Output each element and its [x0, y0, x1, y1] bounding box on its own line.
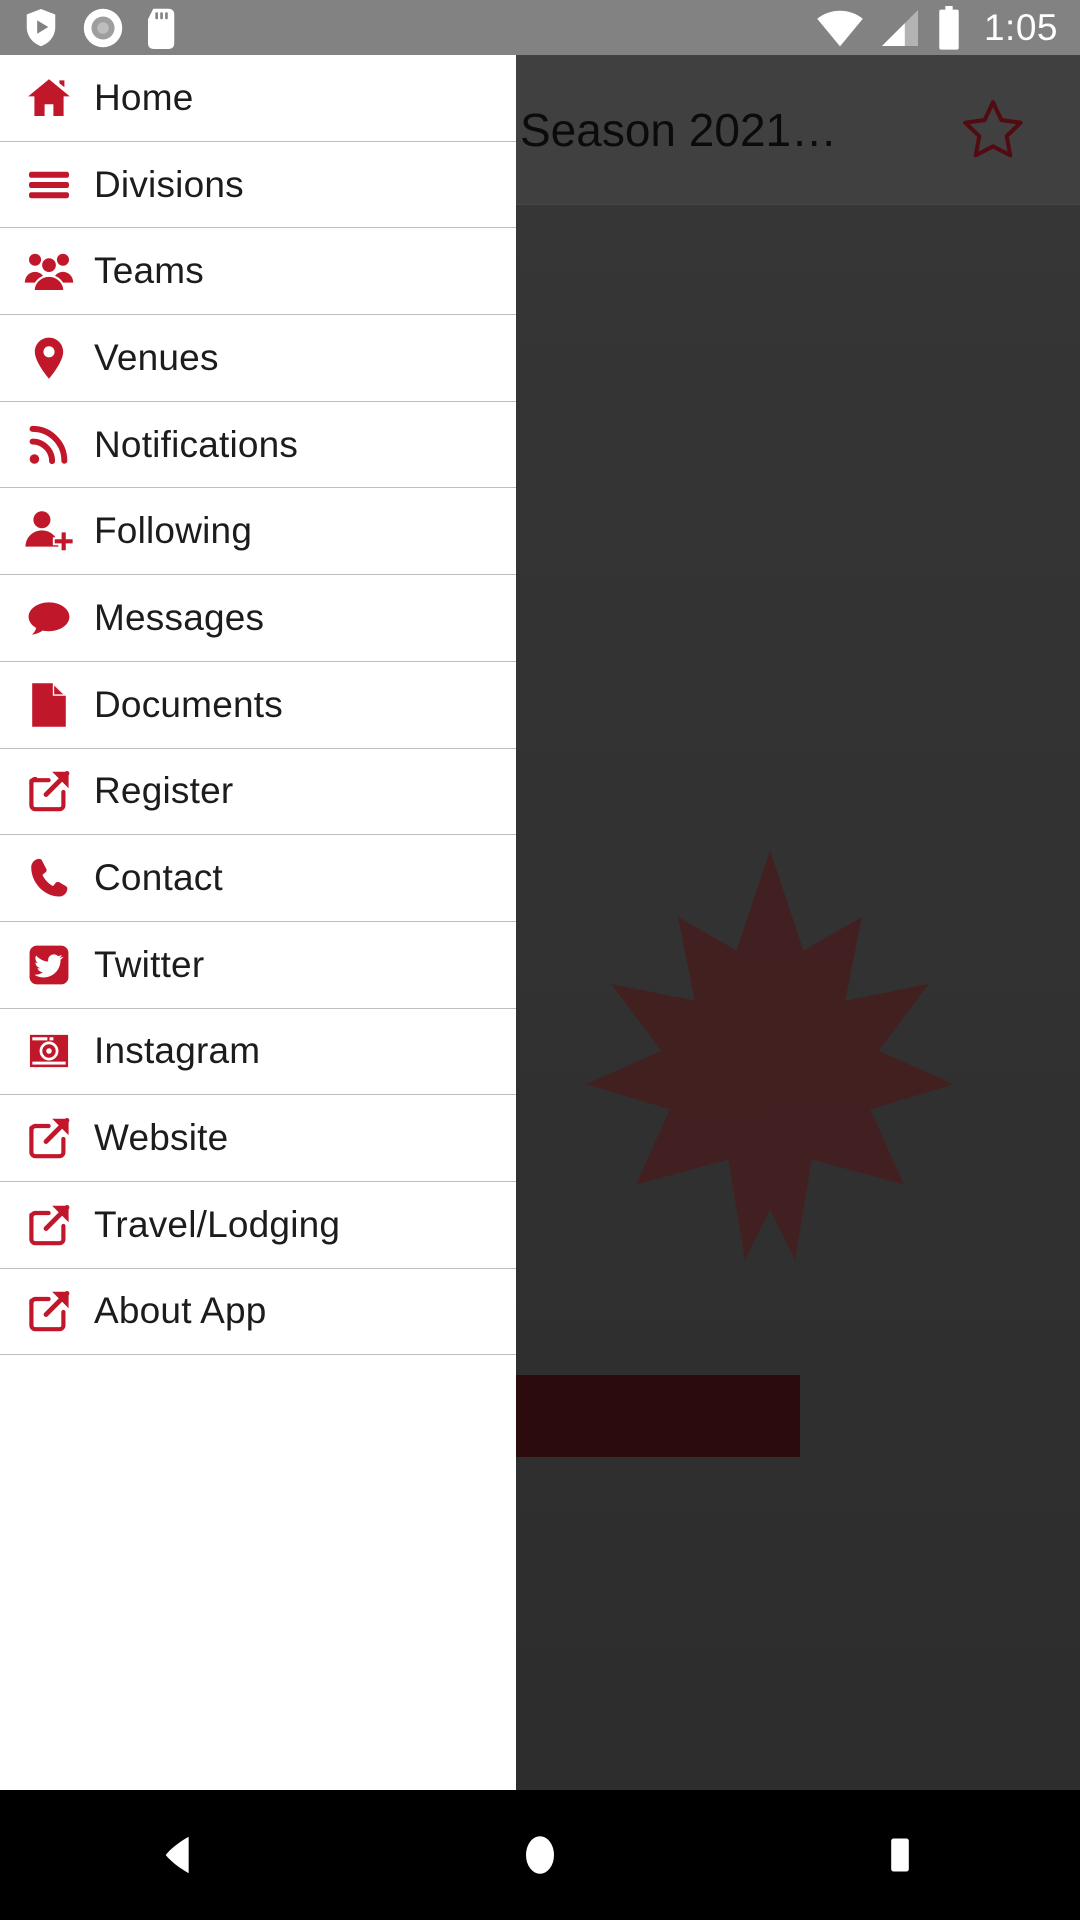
sidebar-item-label: Home — [94, 76, 194, 118]
instagram-camera-icon — [18, 1029, 80, 1073]
sidebar-item-label: Venues — [94, 336, 219, 378]
users-group-icon — [18, 246, 80, 296]
sidebar-item-label: Teams — [94, 250, 204, 292]
external-link-icon — [18, 767, 80, 815]
phone-screen: Season 2021… 1:05 Home Divisions Teams V… — [0, 0, 1080, 1920]
sidebar-item-following[interactable]: Following — [0, 488, 516, 576]
sidebar-item-label: About App — [94, 1290, 267, 1332]
sidebar-item-divisions[interactable]: Divisions — [0, 141, 516, 229]
sidebar-item-label: Notifications — [94, 423, 299, 465]
sidebar-item-about-app[interactable]: About App — [0, 1268, 516, 1356]
sidebar-item-label: Register — [94, 770, 234, 812]
sidebar-item-venues[interactable]: Venues — [0, 315, 516, 402]
sidebar-item-register[interactable]: Register — [0, 748, 516, 836]
external-link-icon — [18, 1201, 80, 1249]
sidebar-item-label: Twitter — [94, 943, 205, 985]
status-bar-clock: 1:05 — [983, 6, 1058, 48]
battery-icon — [939, 5, 959, 50]
wifi-icon — [817, 10, 863, 46]
external-link-icon — [18, 1114, 80, 1162]
sidebar-item-website[interactable]: Website — [0, 1095, 516, 1182]
sidebar-item-label: Following — [94, 510, 253, 552]
list-lines-icon — [18, 161, 80, 209]
recents-button[interactable] — [720, 1832, 1080, 1878]
circle-icon — [526, 1836, 554, 1874]
sidebar-item-messages[interactable]: Messages — [0, 575, 516, 662]
sidebar-item-label: Travel/Lodging — [94, 1203, 341, 1245]
play-protect-icon — [26, 8, 56, 46]
sidebar-item-contact[interactable]: Contact — [0, 835, 516, 922]
twitter-icon — [18, 943, 80, 987]
square-icon — [891, 1838, 909, 1872]
sidebar-item-documents[interactable]: Documents — [0, 661, 516, 749]
triangle-left-icon — [165, 1836, 189, 1874]
disc-record-icon — [83, 8, 123, 47]
drawer-empty-area — [0, 1355, 516, 1556]
sidebar-item-twitter[interactable]: Twitter — [0, 921, 516, 1009]
status-bar: 1:05 — [0, 0, 1080, 55]
sidebar-item-instagram[interactable]: Instagram — [0, 1008, 516, 1096]
sidebar-item-notifications[interactable]: Notifications — [0, 401, 516, 489]
phone-icon — [18, 856, 80, 900]
sidebar-item-travel-lodging[interactable]: Travel/Lodging — [0, 1181, 516, 1269]
system-navigation-bar — [0, 1790, 1080, 1920]
cellular-signal-icon — [881, 9, 918, 46]
rss-feed-icon — [18, 422, 80, 468]
status-bar-right-icons: 1:05 — [816, 5, 1058, 50]
back-button[interactable] — [0, 1829, 360, 1881]
user-plus-icon — [18, 506, 80, 556]
sidebar-item-label: Divisions — [94, 163, 244, 205]
sidebar-item-label: Website — [94, 1117, 229, 1159]
map-pin-icon — [18, 335, 80, 381]
sd-card-icon — [148, 8, 175, 49]
sidebar-item-home[interactable]: Home — [0, 55, 516, 142]
sidebar-item-label: Documents — [94, 683, 283, 725]
sidebar-item-label: Contact — [94, 857, 223, 899]
file-document-icon — [18, 681, 80, 729]
navigation-drawer[interactable]: Home Divisions Teams Venues Notification… — [0, 55, 516, 1790]
home-button[interactable] — [360, 1831, 720, 1879]
home-icon — [18, 74, 80, 122]
status-bar-left-icons — [22, 7, 178, 49]
sidebar-item-label: Instagram — [94, 1030, 261, 1072]
external-link-icon — [18, 1287, 80, 1335]
sidebar-item-label: Messages — [94, 596, 265, 638]
sidebar-item-teams[interactable]: Teams — [0, 228, 516, 316]
chat-bubble-icon — [18, 594, 80, 642]
